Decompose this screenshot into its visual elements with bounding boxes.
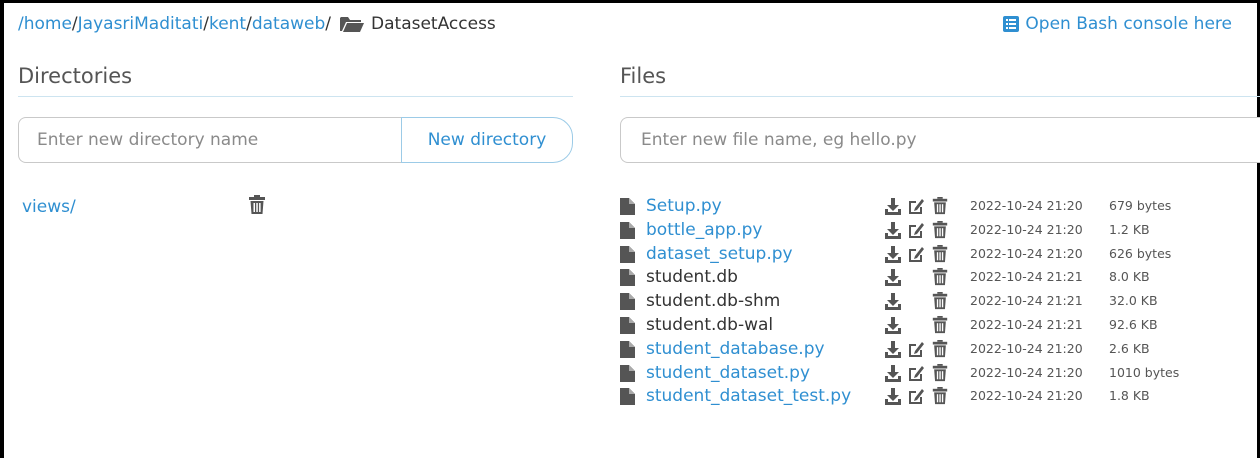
file-size: 679 bytes [1109,198,1172,213]
file-modified-date: 2022-10-24 21:21 [970,293,1083,309]
file-icon [620,293,635,311]
file-size: 626 bytes [1109,245,1172,261]
trash-icon[interactable] [931,244,949,263]
file-row: dataset_setup.py 2022-10-24 21:20 626 by… [620,243,1240,267]
file-row: student.db 2022-10-24 21:21 8.0 KB [620,266,1240,290]
edit-icon[interactable] [907,364,925,382]
trash-icon[interactable] [931,339,949,358]
current-directory-label: DatasetAccess [371,14,496,34]
file-size: 1.2 KB [1109,221,1150,237]
file-link[interactable]: student_dataset.py [646,362,810,385]
breadcrumb: /home / JayasriMaditati / kent / dataweb / Data… [18,13,496,35]
trash-icon[interactable] [931,197,949,215]
edit-icon[interactable] [907,340,925,358]
file-link[interactable]: student_dataset_test.py [646,385,851,408]
file-row: student.db-shm 2022-10-24 21:21 32.0 KB [620,290,1240,314]
file-icon [620,269,635,287]
download-icon[interactable] [884,387,902,406]
file-modified-date: 2022-10-24 21:20 [970,340,1083,356]
file-icon [620,316,635,334]
file-list: Setup.py 2022-10-24 21:20 679 bytes bott… [620,195,1240,409]
file-icon [620,221,635,239]
file-link[interactable]: bottle_app.py [646,219,762,242]
file-icon [620,340,635,358]
file-row: student.db-wal 2022-10-24 21:21 92.6 KB [620,314,1240,338]
trash-icon[interactable] [248,195,266,215]
directories-divider [18,96,573,97]
file-row: student_database.py 2022-10-24 21:20 2.6… [620,338,1240,362]
file-link[interactable]: Setup.py [646,195,722,218]
directory-link[interactable]: views/ [22,197,76,217]
download-icon[interactable] [884,364,902,382]
file-row: Setup.py 2022-10-24 21:20 679 bytes [620,195,1240,219]
file-row: student_dataset_test.py 2022-10-24 21:20… [620,385,1240,409]
file-modified-date: 2022-10-24 21:20 [970,245,1083,261]
new-directory-form: New directory [18,117,573,163]
download-icon[interactable] [884,245,902,263]
download-icon[interactable] [884,221,902,239]
breadcrumb-home[interactable]: /home [18,13,72,35]
file-modified-date: 2022-10-24 21:20 [970,198,1083,213]
trash-icon[interactable] [931,315,949,334]
directories-heading: Directories [18,64,133,88]
new-file-input[interactable] [620,117,1260,163]
file-size: 8.0 KB [1109,269,1150,285]
file-name: student.db [646,267,738,288]
file-modified-date: 2022-10-24 21:21 [970,269,1083,285]
file-icon [620,245,635,263]
edit-icon[interactable] [907,245,925,263]
directory-row: views/ [22,195,282,219]
download-icon[interactable] [884,268,902,287]
file-size: 32.0 KB [1109,293,1158,309]
download-icon[interactable] [884,197,902,215]
new-directory-input[interactable] [18,117,401,163]
console-icon [1003,16,1020,32]
file-row: bottle_app.py 2022-10-24 21:20 1.2 KB [620,219,1240,243]
file-link[interactable]: dataset_setup.py [646,243,793,266]
file-name: student.db-wal [646,314,774,335]
file-modified-date: 2022-10-24 21:20 [970,364,1083,380]
file-icon [620,364,635,382]
file-modified-date: 2022-10-24 21:21 [970,316,1083,332]
breadcrumb-current: DatasetAccess [331,13,496,35]
file-size: 1010 bytes [1109,364,1180,380]
file-icon [620,388,635,406]
download-icon[interactable] [884,340,902,358]
trash-icon[interactable] [931,387,949,405]
file-size: 1.8 KB [1109,388,1150,404]
files-heading: Files [620,64,667,88]
files-divider [620,96,1260,97]
breadcrumb-user[interactable]: JayasriMaditati [78,13,204,35]
new-directory-button[interactable]: New directory [401,117,573,163]
file-modified-date: 2022-10-24 21:20 [970,388,1083,404]
download-icon[interactable] [884,316,902,334]
open-bash-console-link[interactable]: Open Bash console here [1002,13,1232,35]
edit-icon[interactable] [907,221,925,239]
trash-icon[interactable] [931,220,949,239]
edit-icon[interactable] [907,197,925,215]
file-link[interactable]: student_database.py [646,338,825,361]
breadcrumb-dataweb[interactable]: dataweb [252,13,325,35]
download-icon[interactable] [884,292,902,311]
file-row: student_dataset.py 2022-10-24 21:20 1010… [620,362,1240,386]
bash-console-label: Open Bash console here [1025,14,1232,34]
folder-open-icon [340,17,365,32]
trash-icon[interactable] [931,363,949,382]
breadcrumb-kent[interactable]: kent [209,13,246,35]
trash-icon[interactable] [931,292,949,310]
file-size: 2.6 KB [1109,340,1150,356]
file-modified-date: 2022-10-24 21:20 [970,221,1083,237]
edit-icon[interactable] [907,387,925,405]
file-icon [620,198,635,215]
trash-icon[interactable] [931,268,949,286]
file-name: student.db-shm [646,291,781,312]
file-size: 92.6 KB [1109,316,1158,332]
